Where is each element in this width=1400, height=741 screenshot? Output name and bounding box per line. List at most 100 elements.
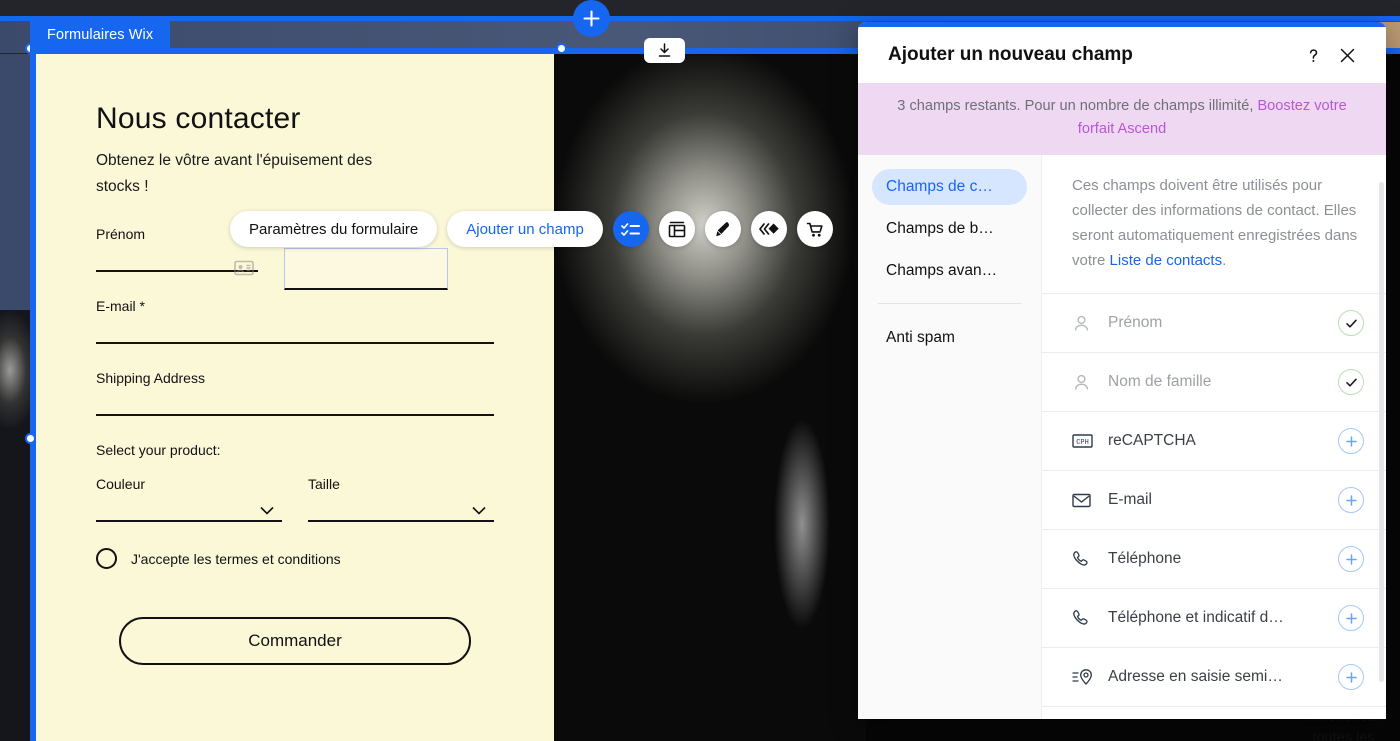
- panel-category-divider: [878, 303, 1021, 304]
- field-drop-placeholder[interactable]: [284, 248, 448, 290]
- terms-radio-row[interactable]: J'accepte les termes et conditions: [96, 548, 494, 569]
- plus-icon[interactable]: [1338, 546, 1364, 572]
- section-top-rail: [0, 16, 1400, 21]
- cart-icon: [806, 222, 823, 237]
- phone-icon: [1072, 609, 1108, 627]
- editor-root: Nous contacter Obtenez le vôtre avant l'…: [0, 0, 1400, 741]
- panel-category-label: Champs avan…: [886, 262, 998, 279]
- panel-detail: Ces champs doivent être utilisés pour co…: [1042, 155, 1386, 719]
- close-icon: [1340, 48, 1354, 62]
- toolbar-design-button[interactable]: [704, 211, 741, 247]
- form-field-shipping-address[interactable]: Shipping Address: [96, 370, 494, 416]
- field-row-label: E-mail: [1108, 491, 1152, 508]
- person-icon: [1072, 314, 1108, 333]
- check-icon[interactable]: [1338, 310, 1364, 336]
- add-field-label: Ajouter un champ: [466, 220, 584, 238]
- svg-text:CPH: CPH: [1076, 439, 1089, 447]
- panel-category-label: Champs de b…: [886, 220, 994, 237]
- panel-body: Champs de c… Champs de b… Champs avan… A…: [858, 155, 1386, 719]
- field-row-label: Adresse en saisie semi…: [1108, 668, 1283, 685]
- question-mark-icon: [1309, 48, 1317, 62]
- saxophone-photo: [554, 54, 866, 741]
- download-icon: [658, 43, 671, 57]
- field-row-telephone[interactable]: Téléphone: [1042, 530, 1386, 589]
- upgrade-banner: 3 champs restants. Pour un nombre de cha…: [858, 83, 1386, 155]
- field-underline: [96, 342, 494, 344]
- plus-icon[interactable]: [1338, 664, 1364, 690]
- field-row-prenom[interactable]: Prénom: [1042, 294, 1386, 353]
- field-row-label: Téléphone et indicatif d…: [1108, 609, 1284, 626]
- chevrons-left-icon: [758, 223, 779, 235]
- panel-category-list: Champs de c… Champs de b… Champs avan… A…: [858, 155, 1042, 719]
- form-settings-button[interactable]: Paramètres du formulaire: [230, 211, 438, 247]
- form-floating-toolbar: Paramètres du formulaire Ajouter un cham…: [230, 211, 833, 247]
- layout-icon: [668, 221, 686, 237]
- person-icon: [1072, 373, 1108, 392]
- description-part2: .: [1222, 252, 1227, 269]
- field-row-label: reCAPTCHA: [1108, 432, 1196, 449]
- envelope-icon: [1072, 493, 1108, 508]
- field-row-label: Nom de famille: [1108, 373, 1212, 390]
- form-select-taille[interactable]: Taille: [308, 476, 494, 522]
- plus-icon[interactable]: [1338, 487, 1364, 513]
- check-icon[interactable]: [1338, 369, 1364, 395]
- add-field-panel: Ajouter un nouveau champ 3 champs restan…: [858, 22, 1386, 719]
- panel-close-button[interactable]: [1330, 38, 1364, 72]
- toolbar-form-fields-button[interactable]: [612, 211, 649, 247]
- site-section-tab-label: Formulaires Wix: [47, 26, 154, 43]
- form-subtitle: Obtenez le vôtre avant l'épuisement des …: [96, 152, 373, 195]
- field-row-adresse-semi[interactable]: Adresse en saisie semi…: [1042, 648, 1386, 707]
- selection-handle-left-mid[interactable]: [25, 433, 36, 444]
- left-photo-sliver: [0, 310, 30, 741]
- field-row-telephone-indicatif[interactable]: Téléphone et indicatif d…: [1042, 589, 1386, 648]
- field-row-email[interactable]: E-mail: [1042, 471, 1386, 530]
- panel-category-advanced[interactable]: Champs avan…: [872, 253, 1027, 289]
- contact-card-icon: [234, 260, 254, 276]
- upgrade-banner-text: 3 champs restants. Pour un nombre de cha…: [897, 98, 1258, 114]
- add-section-button[interactable]: [573, 0, 610, 37]
- toolbar-animation-button[interactable]: [750, 211, 787, 247]
- field-label: Shipping Address: [96, 370, 205, 386]
- panel-category-label: Champs de c…: [886, 178, 993, 195]
- submit-button[interactable]: Commander: [119, 617, 471, 665]
- panel-field-list: Prénom Nom de famille CPH reCAPTCHA E-ma…: [1042, 294, 1386, 719]
- toolbar-store-button[interactable]: [796, 211, 833, 247]
- chevron-down-icon: [472, 506, 486, 515]
- select-label: Couleur: [96, 476, 146, 492]
- panel-category-contact[interactable]: Champs de c…: [872, 169, 1027, 205]
- form-select-couleur[interactable]: Couleur: [96, 476, 282, 522]
- contact-list-link[interactable]: Liste de contacts: [1110, 252, 1223, 269]
- field-row-label: Prénom: [1108, 314, 1163, 331]
- field-underline: [96, 414, 494, 416]
- add-field-button[interactable]: Ajouter un champ: [447, 211, 603, 247]
- chevron-down-icon: [260, 506, 274, 515]
- panel-category-description: Ces champs doivent être utilisés pour co…: [1042, 155, 1386, 294]
- terms-radio-icon[interactable]: [96, 548, 117, 569]
- form-title: Nous contacter: [96, 102, 301, 135]
- contact-form-card[interactable]: Nous contacter Obtenez le vôtre avant l'…: [36, 54, 554, 741]
- select-underline: [308, 520, 494, 522]
- selection-handle-top-mid[interactable]: [556, 43, 567, 54]
- panel-category-antispam[interactable]: Anti spam: [872, 320, 1027, 356]
- toolbar-layout-button[interactable]: [658, 211, 695, 247]
- select-label: Taille: [308, 476, 340, 492]
- panel-scrollbar[interactable]: [1379, 182, 1384, 682]
- panel-title: Ajouter un nouveau champ: [888, 44, 1133, 65]
- plus-icon[interactable]: [1338, 605, 1364, 631]
- field-row-label: Téléphone: [1108, 550, 1182, 567]
- select-heading-label: Select your product:: [96, 442, 221, 458]
- plus-icon[interactable]: [1338, 428, 1364, 454]
- field-row-nom-de-famille[interactable]: Nom de famille: [1042, 353, 1386, 412]
- panel-category-basic[interactable]: Champs de b…: [872, 211, 1027, 247]
- site-section-tab[interactable]: Formulaires Wix: [30, 17, 171, 52]
- checklist-icon: [621, 222, 641, 236]
- section-left-rail: [30, 54, 36, 741]
- select-product-heading: Select your product:: [96, 442, 494, 458]
- panel-help-button[interactable]: [1296, 38, 1330, 72]
- download-button[interactable]: [644, 38, 685, 63]
- panel-category-label: Anti spam: [886, 329, 955, 346]
- saxophone-photo-art: [554, 54, 866, 741]
- field-row-recaptcha[interactable]: CPH reCAPTCHA: [1042, 412, 1386, 471]
- field-label: E-mail *: [96, 298, 146, 314]
- form-field-email[interactable]: E-mail *: [96, 298, 494, 344]
